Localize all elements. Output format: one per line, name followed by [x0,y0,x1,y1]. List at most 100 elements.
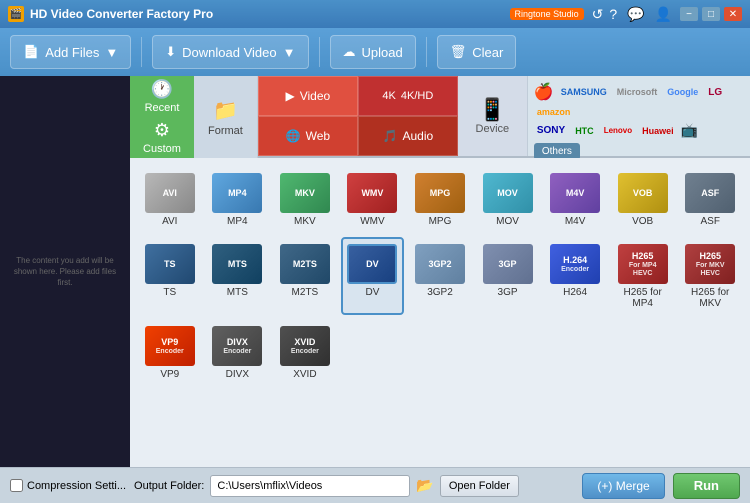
format-item-mpg[interactable]: MPG MPG [408,166,472,233]
output-path-input[interactable] [210,475,410,497]
ringtone-badge[interactable]: Ringtone Studio [510,8,584,20]
tab-video[interactable]: ▶ Video [258,76,358,116]
audio-icon: 🎵 [383,129,398,143]
format-item-m4v[interactable]: M4V M4V [543,166,607,233]
format-item-wmv[interactable]: WMV WMV [341,166,405,233]
compression-label: Compression Setti... [27,480,126,492]
format-item-dv[interactable]: DV DV [341,237,405,315]
main-content: The content you add will be shown here. … [0,76,750,467]
app-icon: 🎬 [8,6,24,22]
format-item-h265mp4[interactable]: H265For MP4HEVC H265 for MP4 [611,237,675,315]
format-grid: AVI AVI MP4 MP4 MKV MKV WMV WMV MPG MP [138,166,742,386]
title-bar: 🎬 HD Video Converter Factory Pro Rington… [0,0,750,28]
divider-2 [319,37,320,67]
clear-label: Clear [472,45,503,60]
chat-btn[interactable]: 💬 [627,6,644,23]
format-item-vp9[interactable]: VP9Encoder VP9 [138,319,202,386]
add-files-button[interactable]: 📄 Add Files ▼ [10,35,131,69]
sony-logo[interactable]: SONY [534,124,568,137]
format-item-mov[interactable]: MOV MOV [476,166,540,233]
compression-checkbox[interactable] [10,479,23,492]
app-title: HD Video Converter Factory Pro [30,7,510,21]
format-item-3gp[interactable]: 3GP 3GP [476,237,540,315]
help-btn[interactable]: ? [609,6,617,22]
add-files-icon: 📄 [23,44,39,60]
format-item-mp4[interactable]: MP4 MP4 [206,166,270,233]
tab-audio[interactable]: 🎵 Audio [358,116,458,156]
tab-fourk[interactable]: 4K 4K/HD [358,76,458,116]
output-label: Output Folder: [134,480,204,492]
format-item-m2ts[interactable]: M2TS M2TS [273,237,337,315]
format-item-h265mkv[interactable]: H265For MKVHEVC H265 for MKV [678,237,742,315]
huawei-logo[interactable]: Huawei [639,125,677,137]
play-icon-video: ▶ [285,89,294,103]
divider-3 [426,37,427,67]
custom-label: Custom [143,143,181,155]
format-item-3gp2[interactable]: 3GP2 3GP2 [408,237,472,315]
left-tabs: 🕐 Recent ⚙ Custom [130,76,194,156]
microsoft-logo[interactable]: Microsoft [614,86,661,98]
open-folder-button[interactable]: Open Folder [440,475,519,497]
tab-format[interactable]: 📁 Format [194,76,258,158]
add-files-label: Add Files [45,45,99,60]
tab-recent[interactable]: 🕐 Recent [130,76,194,117]
device-icon: 📱 [479,97,506,123]
device-label: Device [476,123,510,135]
download-label: Download Video [182,45,276,60]
tab-web[interactable]: 🌐 Web [258,116,358,156]
format-item-mkv[interactable]: MKV MKV [273,166,337,233]
compression-settings[interactable]: Compression Setti... [10,479,126,492]
lenovo-logo[interactable]: Lenovo [601,125,635,136]
samsung-logo[interactable]: SAMSUNG [558,86,610,98]
divider-1 [141,37,142,67]
web-icon: 🌐 [286,129,301,143]
format-item-h264[interactable]: H.264Encoder H264 [543,237,607,315]
maximize-button[interactable]: □ [702,7,720,21]
clear-icon: 🗑 [450,44,467,60]
recent-icon: 🕐 [151,79,173,100]
format-tabs-row: 🕐 Recent ⚙ Custom 📁 Format ▶ Video [130,76,750,158]
format-item-divx[interactable]: DIVXEncoder DIVX [206,319,270,386]
format-item-asf[interactable]: ASF ASF [678,166,742,233]
custom-icon: ⚙ [154,120,170,141]
add-files-arrow: ▼ [105,45,118,60]
refresh-btn[interactable]: ↺ [592,6,604,23]
audio-label: Audio [402,129,433,143]
tv-icon[interactable]: 📺 [681,122,698,139]
close-button[interactable]: ✕ [724,7,742,21]
apple-logo[interactable]: 🍎 [534,82,554,102]
format-icon-tab: 📁 [213,98,238,123]
tab-custom[interactable]: ⚙ Custom [130,117,194,158]
video-tabs: ▶ Video 4K 4K/HD 🌐 Web 🎵 Audio [258,76,458,156]
htc-logo[interactable]: HTC [572,125,597,137]
tab-device[interactable]: 📱 Device [458,76,528,156]
folder-browse-icon[interactable]: 📂 [416,477,433,494]
format-item-ts[interactable]: TS TS [138,237,202,315]
output-folder-area: Output Folder: 📂 Open Folder [134,475,574,497]
format-item-mts[interactable]: MTS MTS [206,237,270,315]
fourk-label: 4K/HD [401,90,433,102]
minimize-button[interactable]: − [680,7,698,21]
run-button[interactable]: Run [673,473,740,499]
merge-button[interactable]: (+) Merge [582,473,664,499]
lg-logo[interactable]: LG [705,86,725,99]
preview-panel: The content you add will be shown here. … [0,76,130,467]
preview-text: The content you add will be shown here. … [0,247,130,297]
format-item-xvid[interactable]: XVIDEncoder XVID [273,319,337,386]
google-logo[interactable]: Google [664,86,701,98]
clear-button[interactable]: 🗑 Clear [437,35,517,69]
format-grid-area: AVI AVI MP4 MP4 MKV MKV WMV WMV MPG MP [130,158,750,467]
download-arrow: ▼ [283,45,296,60]
format-item-avi[interactable]: AVI AVI [138,166,202,233]
upload-button[interactable]: ☁ Upload [330,35,416,69]
amazon-logo[interactable]: amazon [534,106,574,118]
right-panel: 🕐 Recent ⚙ Custom 📁 Format ▶ Video [130,76,750,467]
recent-label: Recent [145,102,180,114]
download-icon: ⬇ [165,44,176,60]
upload-icon: ☁ [343,44,356,60]
user-btn[interactable]: 👤 [655,6,672,23]
format-label-tab: Format [208,125,243,137]
download-video-button[interactable]: ⬇ Download Video ▼ [152,35,308,69]
format-item-vob[interactable]: VOB VOB [611,166,675,233]
fourk-icon: 4K [382,90,395,102]
